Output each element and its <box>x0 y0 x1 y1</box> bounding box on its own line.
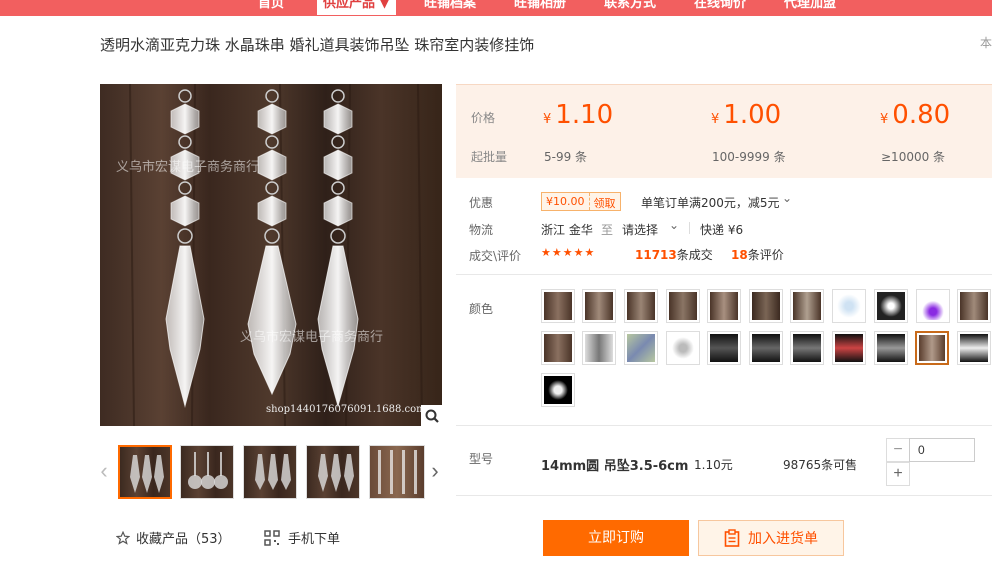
color-swatch[interactable] <box>874 331 908 365</box>
color-swatch[interactable] <box>541 289 575 323</box>
price-label: 价格 <box>471 111 496 125</box>
tier-qty: ≥10000 条 <box>881 150 946 164</box>
to-word: 至 <box>601 223 614 237</box>
thumbnail[interactable] <box>369 445 425 499</box>
color-swatch[interactable] <box>582 289 616 323</box>
mobile-label: 手机下单 <box>288 532 341 547</box>
model-stock: 98765条可售 <box>783 458 858 472</box>
color-swatch[interactable] <box>790 331 824 365</box>
model-price: 1.10元 <box>694 458 733 472</box>
color-swatch[interactable] <box>832 289 866 323</box>
destination-select[interactable]: 请选择 <box>622 221 658 238</box>
coupon[interactable]: ¥10.00 领取 <box>541 192 621 211</box>
express-fee: 快递 ¥6 <box>700 223 744 237</box>
nav-profile[interactable]: 旺铺档案 <box>424 0 476 15</box>
color-swatch[interactable] <box>666 289 700 323</box>
mobile-order[interactable]: 手机下单 <box>264 528 340 547</box>
color-swatch[interactable] <box>749 331 783 365</box>
clipboard-icon <box>724 529 740 547</box>
color-swatch[interactable] <box>874 289 908 323</box>
crystal-pendants-image <box>129 84 423 426</box>
thumbnail[interactable] <box>180 445 234 499</box>
quantity-increment-button[interactable]: + <box>886 462 910 486</box>
favorite-product[interactable]: 收藏产品（53） <box>116 528 231 547</box>
thumbnail[interactable] <box>118 445 172 499</box>
color-swatch[interactable] <box>707 331 741 365</box>
watermark: 义乌市宏谋电子商务商行 <box>240 330 384 345</box>
tier-price: ¥1.00 <box>711 100 782 130</box>
color-swatch[interactable] <box>916 289 950 323</box>
color-label: 颜色 <box>469 302 494 316</box>
tier-price: ¥0.80 <box>880 100 951 130</box>
chevron-down-icon[interactable]: ⌄ <box>782 191 792 205</box>
star-outline-icon <box>116 530 130 545</box>
model-label: 型号 <box>469 452 494 466</box>
cart-label: 加入进货单 <box>748 531 818 547</box>
rating-stars: ★★★★★ <box>541 247 596 259</box>
top-nav: 首页 供应产品 ▼ 旺铺档案 旺铺相册 联系方式 在线询价 代理加盟 <box>0 0 992 16</box>
tier-qty: 5-99 条 <box>544 150 588 164</box>
thumbnail[interactable] <box>306 445 360 499</box>
nav-home[interactable]: 首页 <box>258 0 284 15</box>
logistics-label: 物流 <box>469 223 494 237</box>
color-swatch[interactable] <box>582 331 616 365</box>
coupon-amount: ¥10.00 <box>542 193 590 210</box>
deals-count[interactable]: 11713条成交 <box>635 246 713 263</box>
promo-desc[interactable]: 单笔订单满200元，减5元 <box>641 194 780 211</box>
divider <box>456 425 992 426</box>
thumbnail[interactable] <box>243 445 297 499</box>
nav-products[interactable]: 供应产品 ▼ <box>317 0 396 15</box>
title-right-text[interactable]: 本 <box>980 34 992 51</box>
thumb-next-arrow-icon[interactable]: › <box>429 458 441 484</box>
trade-label: 成交\评价 <box>469 249 522 263</box>
nav-inquiry[interactable]: 在线询价 <box>694 0 746 15</box>
divider <box>689 222 690 234</box>
coupon-get-button[interactable]: 领取 <box>590 193 620 210</box>
product-main-image[interactable]: 义乌市宏谋电子商务商行 义乌市宏谋电子商务商行 shop144017607609… <box>100 84 442 426</box>
zoom-icon[interactable] <box>421 405 442 426</box>
divider <box>456 495 992 496</box>
color-swatch[interactable] <box>749 289 783 323</box>
color-swatch[interactable] <box>541 373 575 407</box>
promo-label: 优惠 <box>469 196 494 210</box>
add-to-cart-button[interactable]: 加入进货单 <box>698 520 844 556</box>
ship-from: 浙江 金华 <box>541 223 593 237</box>
tier-qty: 100-9999 条 <box>712 150 786 164</box>
chevron-down-icon[interactable]: ⌄ <box>669 218 679 232</box>
watermark: 义乌市宏谋电子商务商行 <box>116 160 260 175</box>
color-swatch[interactable] <box>707 289 741 323</box>
model-name: 14mm圆 吊坠3.5-6cm <box>541 459 689 474</box>
color-swatch[interactable] <box>624 289 658 323</box>
color-swatch[interactable] <box>832 331 866 365</box>
color-swatch[interactable] <box>957 289 991 323</box>
qr-code-icon <box>264 529 280 546</box>
divider <box>456 274 992 275</box>
favorite-label: 收藏产品（53） <box>136 532 231 547</box>
buy-now-button[interactable]: 立即订购 <box>543 520 689 556</box>
color-swatch[interactable] <box>624 331 658 365</box>
product-title: 透明水滴亚克力珠 水晶珠串 婚礼道具装饰吊坠 珠帘室内装修挂饰 <box>100 36 535 54</box>
moq-label: 起批量 <box>471 150 508 164</box>
quantity-decrement-button[interactable]: − <box>886 438 910 462</box>
nav-agent[interactable]: 代理加盟 <box>784 0 836 15</box>
nav-contact[interactable]: 联系方式 <box>604 0 656 15</box>
reviews-count[interactable]: 18条评价 <box>731 246 784 263</box>
tier-price: ¥1.10 <box>543 100 614 130</box>
shop-watermark: shop1440176076091.1688.com <box>266 404 426 415</box>
nav-album[interactable]: 旺铺相册 <box>514 0 566 15</box>
color-swatch[interactable] <box>790 289 824 323</box>
thumb-prev-arrow-icon[interactable]: ‹ <box>98 458 110 484</box>
quantity-input[interactable] <box>909 438 975 462</box>
color-swatch[interactable] <box>915 331 949 365</box>
color-swatch[interactable] <box>541 331 575 365</box>
color-swatch[interactable] <box>666 331 700 365</box>
color-swatch[interactable] <box>957 331 991 365</box>
price-box: 价格 起批量 ¥1.10 5-99 条 ¥1.00 100-9999 条 ¥0.… <box>456 84 992 178</box>
